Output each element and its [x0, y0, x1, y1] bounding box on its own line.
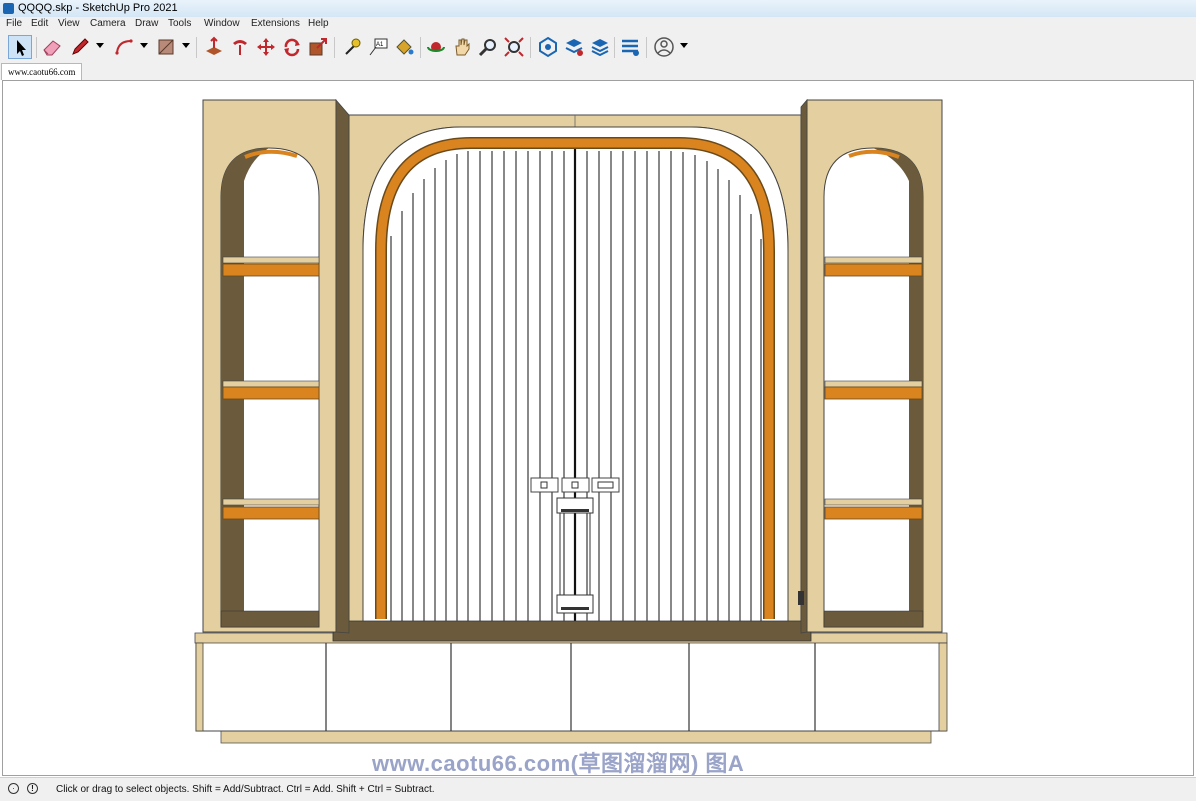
status-text: Click or drag to select objects. Shift =… [56, 784, 435, 795]
chevron-down-icon[interactable] [140, 43, 148, 48]
watermark: www.caotu66.com(草图溜溜网) 图A [372, 751, 745, 776]
info-icon[interactable]: ! [27, 783, 38, 794]
menu-help[interactable]: Help [308, 18, 329, 29]
toolbar-separator [420, 37, 421, 58]
window-title: QQQQ.skp - SketchUp Pro 2021 [18, 2, 178, 14]
text-icon[interactable]: A1 [366, 35, 390, 59]
menu-window[interactable]: Window [204, 18, 240, 29]
rectangle-icon[interactable] [154, 35, 178, 59]
menu-extensions[interactable]: Extensions [251, 18, 300, 29]
orbit-icon[interactable] [424, 35, 448, 59]
follow-me-icon[interactable] [228, 35, 252, 59]
title-bar: QQQQ.skp - SketchUp Pro 2021 [0, 0, 1196, 17]
rotate-icon[interactable] [280, 35, 304, 59]
svg-text:A1: A1 [376, 42, 384, 48]
account-icon[interactable] [652, 35, 676, 59]
chevron-down-icon[interactable] [182, 43, 190, 48]
toolbar-separator [646, 37, 647, 58]
drawing-viewport[interactable] [2, 80, 1194, 776]
left-tower [202, 98, 350, 634]
right-tower [798, 98, 943, 634]
arc-icon[interactable] [112, 35, 136, 59]
toolbar-separator [614, 37, 615, 58]
toolbar-separator [196, 37, 197, 58]
geo-location-icon[interactable]: · [8, 783, 19, 794]
zoom-extents-icon[interactable] [502, 35, 526, 59]
menu-camera[interactable]: Camera [90, 18, 126, 29]
layout-icon[interactable] [588, 35, 612, 59]
extension-manager-icon[interactable] [618, 35, 642, 59]
chevron-down-icon[interactable] [96, 43, 104, 48]
eraser-icon[interactable] [40, 35, 64, 59]
move-icon[interactable] [254, 35, 278, 59]
pencil-icon[interactable] [68, 35, 92, 59]
cabinet-model [194, 98, 948, 744]
warehouse-icon[interactable] [536, 35, 560, 59]
scale-icon[interactable] [306, 35, 330, 59]
status-bar: · ! Click or drag to select objects. Shi… [0, 777, 1196, 801]
toolbar-separator [334, 37, 335, 58]
paint-bucket-icon[interactable] [392, 35, 416, 59]
toolbar-separator [36, 37, 37, 58]
sketchup-app-icon [3, 3, 14, 14]
menu-edit[interactable]: Edit [31, 18, 48, 29]
menu-bar: File Edit View Camera Draw Tools Window … [0, 17, 1196, 32]
menu-view[interactable]: View [58, 18, 80, 29]
tape-measure-icon[interactable] [340, 35, 364, 59]
menu-draw[interactable]: Draw [135, 18, 158, 29]
zoom-icon[interactable] [476, 35, 500, 59]
menu-tools[interactable]: Tools [168, 18, 191, 29]
extension-warehouse-icon[interactable] [562, 35, 586, 59]
scene-tabs: www.caotu66.com [0, 62, 1196, 80]
push-pull-icon[interactable] [202, 35, 226, 59]
toolbar-separator [530, 37, 531, 58]
scene-tab[interactable]: www.caotu66.com [1, 63, 83, 80]
pan-icon[interactable] [450, 35, 474, 59]
main-toolbar: A1 [0, 32, 1196, 63]
chevron-down-icon[interactable] [680, 43, 688, 48]
menu-file[interactable]: File [6, 18, 22, 29]
select-icon[interactable] [8, 35, 32, 59]
